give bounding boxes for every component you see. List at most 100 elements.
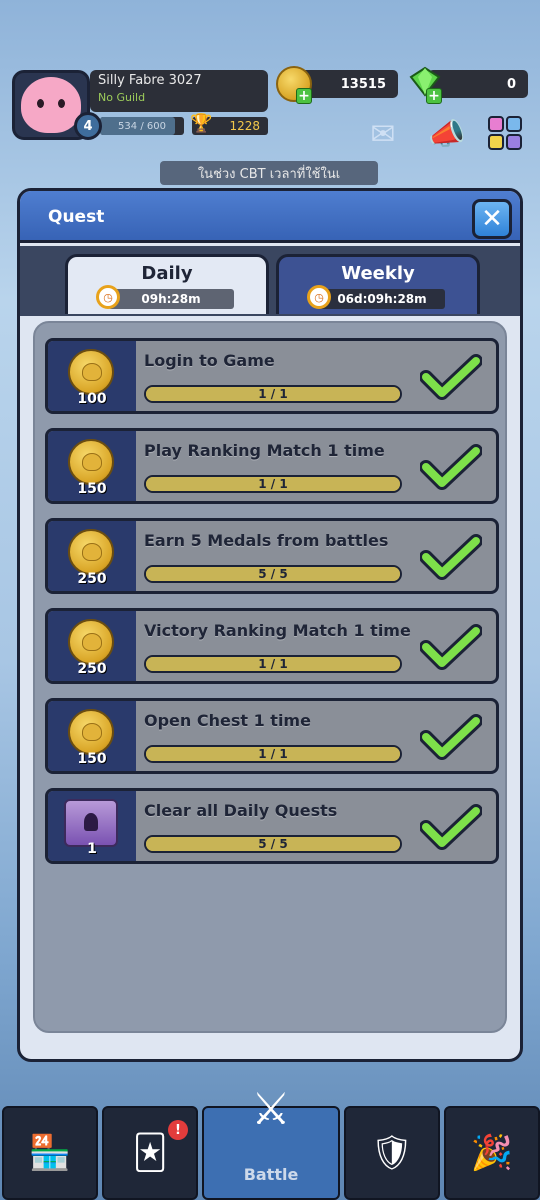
modal-title: Quest: [48, 207, 105, 227]
reward-slot: 250: [48, 521, 136, 591]
reward-slot: 150: [48, 701, 136, 771]
add-gems-button[interactable]: +: [426, 88, 442, 104]
quest-row: 100 Login to Game 1 / 1: [45, 338, 499, 414]
quest-row: 1 Clear all Daily Quests 5 / 5: [45, 788, 499, 864]
tab-label: Daily: [141, 263, 193, 284]
chest-reward-icon: [64, 799, 118, 847]
add-coins-button[interactable]: +: [296, 88, 312, 104]
guild-name: No Guild: [98, 91, 146, 104]
clock-icon: ◷: [96, 285, 120, 309]
battle-label: Battle: [243, 1165, 299, 1184]
quest-progress-bar: 1 / 1: [144, 385, 402, 403]
menu-square-icon: [488, 134, 504, 150]
reward-amount: 100: [77, 391, 107, 407]
xp-text: 534 / 600: [118, 120, 166, 132]
close-x-icon: ✕: [481, 204, 503, 234]
quest-title: Login to Game: [144, 351, 275, 370]
quest-row: 150 Open Chest 1 time 1 / 1: [45, 698, 499, 774]
coin-reward-icon: [68, 709, 114, 755]
nav-battle[interactable]: ⚔ Battle: [202, 1084, 340, 1200]
progress-text: 1 / 1: [258, 477, 288, 491]
quest-title: Victory Ranking Match 1 time: [144, 621, 411, 640]
coin-reward-icon: [68, 349, 114, 395]
quest-title: Play Ranking Match 1 time: [144, 441, 385, 460]
menu-square-icon: [506, 134, 522, 150]
progress-text: 5 / 5: [258, 837, 288, 851]
nav-events[interactable]: 🎉: [444, 1106, 540, 1200]
quest-row: 250 Earn 5 Medals from battles 5 / 5: [45, 518, 499, 594]
bottom-nav: 🏪 🃏 ! ⚔ Battle 🛡 🎉: [0, 1084, 540, 1200]
crossed-swords-icon: ⚔: [251, 1084, 291, 1135]
coin-counter: 13515: [300, 70, 398, 98]
xp-bar: 534 / 600: [100, 117, 184, 135]
announcement-banner: ในช่วง CBT เวลาที่ใช้ในเ: [160, 161, 378, 185]
check-icon: [420, 534, 482, 580]
quest-progress-bar: 1 / 1: [144, 745, 402, 763]
check-icon: [420, 624, 482, 670]
quest-list: 100 Login to Game 1 / 1 150 Play Ranking…: [33, 321, 507, 1033]
megaphone-icon[interactable]: 📣: [424, 112, 470, 156]
reward-slot: 100: [48, 341, 136, 411]
tab-timer: 09h:28m: [108, 289, 234, 309]
reward-slot: 1: [48, 791, 136, 861]
quest-title: Clear all Daily Quests: [144, 801, 338, 820]
check-icon: [420, 354, 482, 400]
menu-square-icon: [488, 116, 504, 132]
check-icon: [420, 804, 482, 850]
check-icon: [420, 444, 482, 490]
player-name: Silly Fabre 3027: [98, 73, 202, 88]
coin-reward-icon: [68, 619, 114, 665]
quest-modal: Quest ✕ Daily 09h:28m ◷ Weekly 06d:09h:2…: [17, 188, 523, 1062]
quest-progress-bar: 1 / 1: [144, 655, 402, 673]
quest-progress-bar: 5 / 5: [144, 835, 402, 853]
quest-title: Open Chest 1 time: [144, 711, 311, 730]
tab-timer: 06d:09h:28m: [319, 289, 445, 309]
quest-title: Earn 5 Medals from battles: [144, 531, 389, 550]
shield-icon: 🛡: [370, 1133, 414, 1173]
coin-count: 13515: [340, 76, 386, 92]
trophy-counter: 🏆 1228: [190, 113, 268, 135]
avatar-blob-icon: [21, 77, 81, 133]
nav-cards[interactable]: 🃏 !: [102, 1106, 198, 1200]
reward-amount: 150: [77, 481, 107, 497]
coin-reward-icon: [68, 439, 114, 485]
top-hud: Silly Fabre 3027 No Guild 534 / 600 4 🏆 …: [0, 0, 540, 200]
trophy-count: 1228: [229, 119, 260, 133]
trophy-icon: 🏆: [190, 113, 213, 134]
notification-badge: !: [168, 1120, 188, 1140]
quest-row: 250 Victory Ranking Match 1 time 1 / 1: [45, 608, 499, 684]
shop-icon: 🏪: [28, 1133, 72, 1173]
reward-amount: 1: [87, 841, 97, 857]
gem-count: 0: [506, 76, 516, 92]
cards-icon: 🃏: [132, 1133, 168, 1173]
menu-grid-icon[interactable]: [484, 112, 530, 156]
close-button[interactable]: ✕: [472, 199, 512, 239]
quest-row: 150 Play Ranking Match 1 time 1 / 1: [45, 428, 499, 504]
clock-icon: ◷: [307, 285, 331, 309]
gem-counter: 0: [428, 70, 528, 98]
mail-icon[interactable]: ✉: [360, 112, 406, 156]
reward-amount: 250: [77, 661, 107, 677]
quest-progress-bar: 1 / 1: [144, 475, 402, 493]
progress-text: 5 / 5: [258, 567, 288, 581]
progress-text: 1 / 1: [258, 657, 288, 671]
nav-shop[interactable]: 🏪: [2, 1106, 98, 1200]
modal-header: Quest ✕: [20, 191, 520, 243]
tab-bar: Daily 09h:28m ◷ Weekly 06d:09h:28m ◷: [20, 246, 520, 316]
party-popper-icon: 🎉: [470, 1133, 514, 1173]
tab-daily[interactable]: Daily 09h:28m ◷: [65, 254, 269, 314]
progress-text: 1 / 1: [258, 747, 288, 761]
tab-weekly[interactable]: Weekly 06d:09h:28m ◷: [276, 254, 480, 314]
level-badge: 4: [74, 112, 102, 140]
check-icon: [420, 714, 482, 760]
reward-slot: 150: [48, 431, 136, 501]
player-info-panel[interactable]: Silly Fabre 3027 No Guild: [90, 70, 268, 112]
reward-amount: 250: [77, 571, 107, 587]
reward-amount: 150: [77, 751, 107, 767]
progress-text: 1 / 1: [258, 387, 288, 401]
tab-label: Weekly: [341, 263, 415, 284]
quest-progress-bar: 5 / 5: [144, 565, 402, 583]
menu-square-icon: [506, 116, 522, 132]
nav-guild[interactable]: 🛡: [344, 1106, 440, 1200]
reward-slot: 250: [48, 611, 136, 681]
